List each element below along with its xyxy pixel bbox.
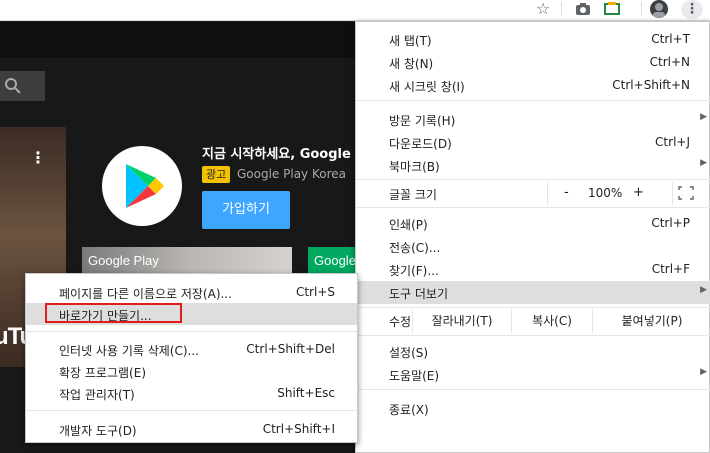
menu-item-more-tools[interactable]: 도구 더보기 ▶ bbox=[356, 281, 710, 304]
menu-item-shortcut: Shift+Esc bbox=[277, 386, 335, 400]
menu-item-shortcut: Ctrl+N bbox=[649, 55, 690, 69]
menu-item-exit[interactable]: 종료(X) bbox=[356, 397, 710, 420]
chrome-main-menu: 새 탭(T) Ctrl+T 새 창(N) Ctrl+N 새 시크릿 창(I) C… bbox=[355, 21, 710, 453]
cut-button[interactable]: 잘라내기(T) bbox=[412, 309, 511, 333]
menu-item-history[interactable]: 방문 기록(H) ▶ bbox=[356, 108, 710, 131]
menu-divider bbox=[26, 331, 357, 332]
menu-item-label: 종료(X) bbox=[389, 403, 429, 417]
menu-item-label: 인터넷 사용 기록 삭제(C)... bbox=[59, 344, 199, 358]
menu-divider bbox=[356, 100, 710, 101]
menu-item-label: 북마크(B) bbox=[389, 160, 440, 174]
menu-item-help[interactable]: 도움말(E) ▶ bbox=[356, 363, 710, 386]
menu-item-shortcut: Ctrl+J bbox=[655, 135, 690, 149]
menu-item-label: 설정(S) bbox=[389, 346, 429, 360]
menu-item-label: 도움말(E) bbox=[389, 369, 440, 383]
menu-divider bbox=[356, 307, 710, 308]
menu-item-label: 다운로드(D) bbox=[389, 137, 452, 151]
camera-extension-icon[interactable] bbox=[574, 1, 592, 17]
submenu-arrow-icon: ▶ bbox=[700, 285, 707, 295]
menu-item-cast[interactable]: 전송(C)... bbox=[356, 235, 710, 258]
menu-item-label: 새 시크릿 창(I) bbox=[389, 80, 465, 94]
more-tools-submenu: 페이지를 다른 이름으로 저장(A)... Ctrl+S 바로가기 만들기...… bbox=[25, 273, 358, 443]
copy-button[interactable]: 복사(C) bbox=[511, 309, 592, 333]
ad-title[interactable]: 지금 시작하세요, Google bbox=[202, 143, 351, 162]
menu-item-label: 인쇄(P) bbox=[389, 218, 428, 232]
menu-item-label: 작업 관리자(T) bbox=[59, 388, 135, 402]
submenu-arrow-icon: ▶ bbox=[700, 367, 707, 377]
search-icon bbox=[5, 78, 21, 94]
video-options-icon[interactable]: ⋮ bbox=[30, 148, 46, 168]
menu-item-label: 새 창(N) bbox=[389, 57, 434, 71]
menu-item-downloads[interactable]: 다운로드(D) Ctrl+J bbox=[356, 131, 710, 154]
menu-item-shortcut: Ctrl+S bbox=[295, 285, 335, 299]
menu-item-label: 페이지를 다른 이름으로 저장(A)... bbox=[59, 287, 232, 301]
menu-item-label: 방문 기록(H) bbox=[389, 114, 456, 128]
menu-divider bbox=[356, 389, 710, 390]
toolbar-divider bbox=[561, 2, 562, 16]
menu-item-label: 새 탭(T) bbox=[389, 34, 432, 48]
screen-capture-extension-icon[interactable] bbox=[603, 1, 621, 17]
browser-toolbar: ☆ ⋮ bbox=[0, 0, 710, 21]
highlight-callout-box bbox=[45, 303, 182, 323]
menu-divider bbox=[356, 179, 710, 180]
ad-join-button[interactable]: 가입하기 bbox=[202, 191, 290, 229]
submenu-arrow-icon: ▶ bbox=[700, 112, 707, 122]
menu-item-label: 도구 더보기 bbox=[389, 287, 449, 301]
fullscreen-icon[interactable] bbox=[678, 186, 694, 200]
zoom-label: 글꼴 크기 bbox=[389, 188, 437, 202]
menu-item-shortcut: Ctrl+Shift+Del bbox=[246, 342, 335, 356]
submenu-item-create-shortcut[interactable]: 바로가기 만들기... bbox=[26, 303, 357, 325]
zoom-level: 100% bbox=[588, 186, 623, 200]
chrome-menu-kebab-icon[interactable]: ⋮ bbox=[681, 0, 703, 19]
zoom-out-button[interactable]: - bbox=[564, 185, 569, 200]
zoom-controls: - 100% + bbox=[547, 182, 673, 205]
menu-divider bbox=[26, 410, 357, 411]
menu-item-print[interactable]: 인쇄(P) Ctrl+P bbox=[356, 212, 710, 235]
google-play-logo bbox=[102, 146, 182, 226]
banner-label: Google Play bbox=[88, 253, 159, 268]
submenu-item-clear-browsing-data[interactable]: 인터넷 사용 기록 삭제(C)... Ctrl+Shift+Del bbox=[26, 338, 357, 360]
menu-item-label: 개발자 도구(D) bbox=[59, 424, 137, 438]
menu-item-new-window[interactable]: 새 창(N) Ctrl+N bbox=[356, 51, 710, 74]
menu-item-new-tab[interactable]: 새 탭(T) Ctrl+T bbox=[356, 28, 710, 51]
play-store-icon bbox=[126, 164, 164, 208]
search-button[interactable] bbox=[0, 71, 45, 101]
edit-row: 수정 잘라내기(T) 복사(C) 붙여넣기(P) bbox=[356, 309, 710, 333]
menu-item-find[interactable]: 찾기(F)... Ctrl+F bbox=[356, 258, 710, 281]
menu-item-shortcut: Ctrl+F bbox=[651, 262, 690, 276]
menu-divider bbox=[356, 207, 710, 208]
submenu-item-save-page-as[interactable]: 페이지를 다른 이름으로 저장(A)... Ctrl+S bbox=[26, 281, 357, 303]
menu-divider bbox=[356, 335, 710, 336]
submenu-item-extensions[interactable]: 확장 프로그램(E) bbox=[26, 360, 357, 382]
menu-item-label: 찾기(F)... bbox=[389, 264, 439, 278]
paste-button[interactable]: 붙여넣기(P) bbox=[592, 309, 710, 333]
menu-item-incognito[interactable]: 새 시크릿 창(I) Ctrl+Shift+N bbox=[356, 74, 710, 97]
submenu-item-task-manager[interactable]: 작업 관리자(T) Shift+Esc bbox=[26, 382, 357, 404]
zoom-row: 글꼴 크기 - 100% + bbox=[356, 182, 710, 205]
submenu-arrow-icon: ▶ bbox=[700, 158, 707, 168]
profile-avatar-icon[interactable] bbox=[650, 0, 668, 18]
bookmark-star-icon[interactable]: ☆ bbox=[534, 0, 552, 18]
submenu-item-developer-tools[interactable]: 개발자 도구(D) Ctrl+Shift+I bbox=[26, 418, 357, 440]
menu-item-settings[interactable]: 설정(S) bbox=[356, 340, 710, 363]
edit-label: 수정 bbox=[389, 315, 412, 329]
banner-label: Google bbox=[314, 253, 356, 268]
menu-item-shortcut: Ctrl+P bbox=[651, 216, 690, 230]
menu-item-bookmarks[interactable]: 북마크(B) ▶ bbox=[356, 154, 710, 177]
zoom-in-button[interactable]: + bbox=[633, 185, 644, 200]
toolbar-divider bbox=[641, 2, 642, 16]
menu-item-shortcut: Ctrl+Shift+N bbox=[612, 78, 690, 92]
menu-item-shortcut: Ctrl+T bbox=[651, 32, 690, 46]
ad-channel-name[interactable]: Google Play Korea bbox=[237, 167, 346, 181]
menu-item-label: 확장 프로그램(E) bbox=[59, 366, 147, 380]
menu-item-shortcut: Ctrl+Shift+I bbox=[262, 422, 335, 436]
ad-badge: 광고 bbox=[202, 166, 231, 183]
menu-item-label: 전송(C)... bbox=[389, 241, 441, 255]
